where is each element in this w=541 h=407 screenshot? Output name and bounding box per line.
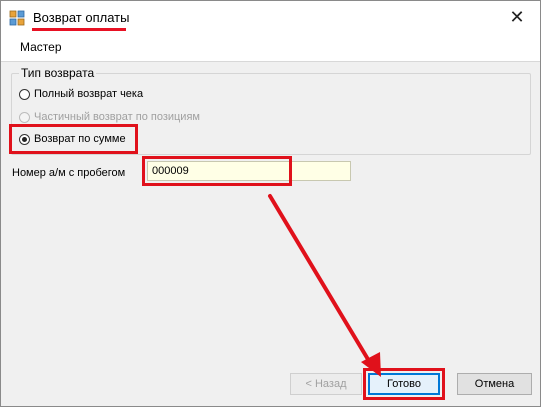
radio-label: Частичный возврат по позициям: [34, 111, 200, 123]
dialog-window: Возврат оплаты ✕ Мастер Тип возврата Пол…: [0, 0, 541, 407]
cancel-button[interactable]: Отмена: [457, 373, 532, 395]
title-highlight-underline: [32, 28, 126, 31]
app-icon: [9, 10, 25, 26]
refund-type-group-title: Тип возврата: [19, 66, 97, 80]
highlight-box-finish-button: [363, 368, 445, 400]
radio-partial-refund: Частичный возврат по позициям: [19, 109, 200, 125]
highlight-box-amount-refund: [9, 124, 138, 154]
radio-button: [19, 111, 30, 123]
close-button[interactable]: ✕: [494, 1, 540, 33]
back-button: < Назад: [290, 373, 362, 395]
title-bar: Возврат оплаты ✕: [1, 1, 540, 33]
radio-label: Полный возврат чека: [34, 88, 144, 100]
window-title: Возврат оплаты: [33, 10, 130, 25]
mileage-field-label: Номер а/м с пробегом: [12, 167, 126, 179]
radio-button[interactable]: [19, 88, 30, 100]
radio-full-refund[interactable]: Полный возврат чека: [19, 86, 143, 102]
wizard-header-title: Мастер: [20, 40, 62, 54]
wizard-header: Мастер: [1, 33, 540, 62]
highlight-box-mileage-input: [142, 156, 292, 186]
